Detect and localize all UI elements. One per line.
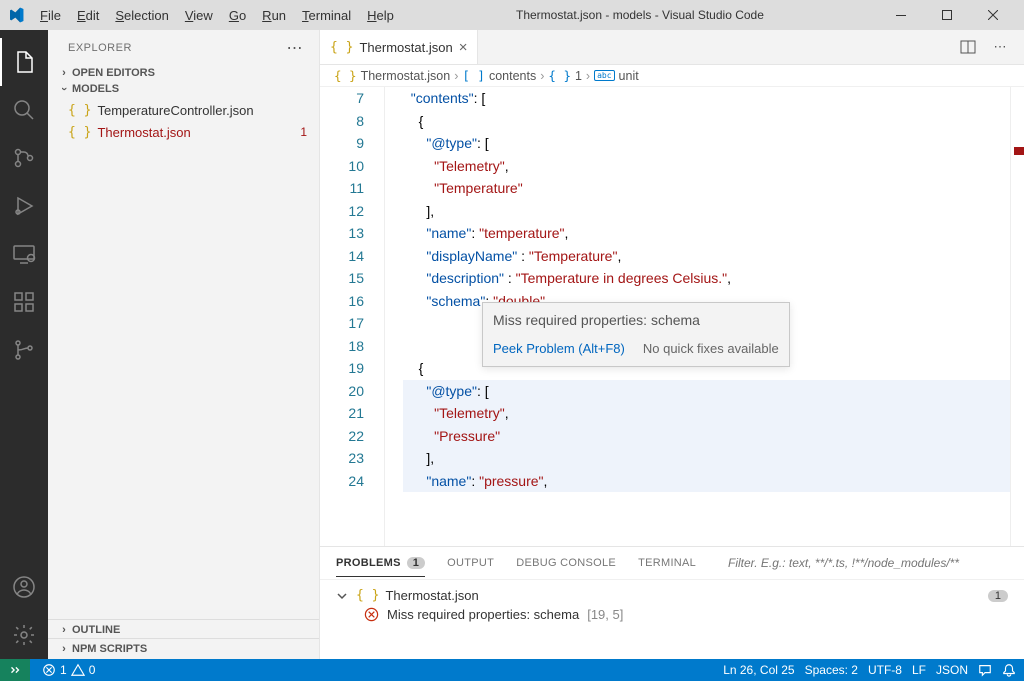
file-item[interactable]: { } TemperatureController.json	[48, 99, 319, 121]
remote-indicator[interactable]	[0, 659, 30, 681]
explorer-sidebar: EXPLORER ⋯ › OPEN EDITORS › MODELS { } T…	[48, 30, 320, 659]
status-bar: 1 0 Ln 26, Col 25 Spaces: 2 UTF-8 LF JSO…	[0, 659, 1024, 681]
error-icon	[364, 607, 379, 622]
maximize-button[interactable]	[924, 0, 970, 30]
minimize-button[interactable]	[878, 0, 924, 30]
menu-file[interactable]: File	[32, 4, 69, 27]
settings-gear-icon[interactable]	[0, 611, 48, 659]
overview-ruler[interactable]	[1010, 87, 1024, 546]
breadcrumb[interactable]: { } Thermostat.json › [ ] contents › { }…	[320, 65, 1024, 87]
json-file-icon: { }	[68, 125, 91, 140]
editor-area: { } Thermostat.json × ⋯ { } Thermostat.j…	[320, 30, 1024, 659]
close-button[interactable]	[970, 0, 1016, 30]
bottom-panel: PROBLEMS 1 OUTPUT DEBUG CONSOLE TERMINAL…	[320, 546, 1024, 659]
menu-view[interactable]: View	[177, 4, 221, 27]
menu-edit[interactable]: Edit	[69, 4, 107, 27]
split-editor-icon[interactable]	[956, 35, 980, 59]
window-title: Thermostat.json - models - Visual Studio…	[402, 8, 878, 22]
terminal-tab[interactable]: TERMINAL	[638, 557, 696, 569]
json-file-icon: { }	[356, 588, 379, 603]
file-item[interactable]: { } Thermostat.json 1	[48, 121, 319, 143]
vscode-logo-icon	[8, 7, 24, 23]
menu-go[interactable]: Go	[221, 4, 254, 27]
no-quick-fix-label: No quick fixes available	[643, 338, 779, 361]
problems-filter-input[interactable]	[728, 556, 1008, 570]
chevron-down-icon: ›	[58, 81, 70, 97]
titlebar: File Edit Selection View Go Run Terminal…	[0, 0, 1024, 30]
error-marker[interactable]	[1014, 147, 1024, 155]
editor-tabs: { } Thermostat.json × ⋯	[320, 30, 1024, 65]
explorer-title: EXPLORER	[68, 42, 132, 54]
problem-item[interactable]: Miss required properties: schema [19, 5]	[330, 605, 1014, 624]
language-mode[interactable]: JSON	[936, 663, 968, 677]
encoding-status[interactable]: UTF-8	[868, 663, 902, 677]
feedback-icon[interactable]	[978, 663, 992, 677]
code-editor[interactable]: 789101112131415161718192021222324 "conte…	[320, 87, 1024, 546]
debug-console-tab[interactable]: DEBUG CONSOLE	[516, 557, 616, 569]
notifications-icon[interactable]	[1002, 663, 1016, 677]
more-actions-icon[interactable]: ⋯	[988, 35, 1012, 59]
array-icon: [ ]	[462, 68, 485, 83]
object-icon: { }	[548, 68, 571, 83]
explorer-icon[interactable]	[0, 38, 48, 86]
problem-file-row[interactable]: { } Thermostat.json 1	[330, 586, 1014, 605]
menu-run[interactable]: Run	[254, 4, 294, 27]
source-control-icon[interactable]	[0, 134, 48, 182]
json-file-icon: { }	[68, 103, 91, 118]
editor-tab[interactable]: { } Thermostat.json ×	[320, 30, 478, 64]
chevron-down-icon	[336, 590, 350, 602]
eol-status[interactable]: LF	[912, 663, 926, 677]
accounts-icon[interactable]	[0, 563, 48, 611]
line-numbers: 789101112131415161718192021222324	[320, 87, 384, 546]
string-icon: abc	[594, 70, 614, 81]
open-editors-section[interactable]: › OPEN EDITORS	[48, 65, 319, 81]
problems-count-badge: 1	[407, 557, 425, 569]
npm-scripts-section[interactable]: › NPM SCRIPTS	[48, 638, 319, 659]
cursor-position[interactable]: Ln 26, Col 25	[723, 663, 794, 677]
search-icon[interactable]	[0, 86, 48, 134]
hover-message: Miss required properties: schema	[493, 309, 779, 332]
menu-terminal[interactable]: Terminal	[294, 4, 359, 27]
menu-selection[interactable]: Selection	[107, 4, 176, 27]
close-tab-icon[interactable]: ×	[459, 39, 468, 56]
run-debug-icon[interactable]	[0, 182, 48, 230]
error-badge: 1	[300, 125, 311, 139]
folder-section[interactable]: › MODELS	[48, 81, 319, 97]
problem-hover-tooltip: Miss required properties: schema Peek Pr…	[482, 302, 790, 367]
remote-explorer-icon[interactable]	[0, 230, 48, 278]
indentation-status[interactable]: Spaces: 2	[805, 663, 858, 677]
chevron-right-icon: ›	[56, 67, 72, 79]
problems-tab[interactable]: PROBLEMS 1	[336, 557, 425, 577]
file-problem-count: 1	[988, 590, 1008, 602]
git-graph-icon[interactable]	[0, 326, 48, 374]
json-file-icon: { }	[334, 68, 357, 83]
errors-warnings-status[interactable]: 1 0	[42, 663, 95, 677]
chevron-right-icon: ›	[56, 643, 72, 655]
activity-bar	[0, 30, 48, 659]
code-body[interactable]: "contents": [ { "@type": [ "Telemetry", …	[384, 87, 1010, 546]
json-file-icon: { }	[330, 40, 353, 55]
peek-problem-link[interactable]: Peek Problem (Alt+F8)	[493, 338, 625, 361]
output-tab[interactable]: OUTPUT	[447, 557, 494, 569]
chevron-right-icon: ›	[56, 624, 72, 636]
tab-label: Thermostat.json	[359, 40, 452, 55]
outline-section[interactable]: › OUTLINE	[48, 619, 319, 638]
explorer-more-icon[interactable]: ⋯	[287, 38, 304, 58]
extensions-icon[interactable]	[0, 278, 48, 326]
menu-help[interactable]: Help	[359, 4, 402, 27]
